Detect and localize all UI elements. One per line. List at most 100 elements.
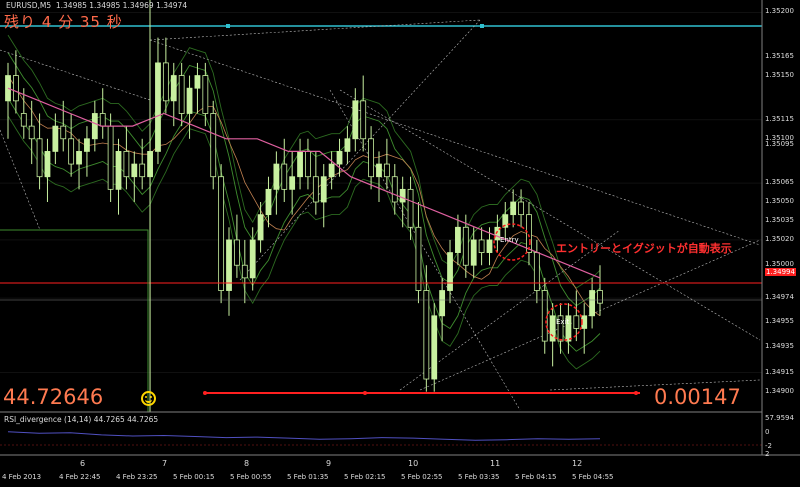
candle-body[interactable]: [265, 188, 272, 216]
cyan-handle-right[interactable]: [480, 24, 484, 28]
candle-body[interactable]: [52, 125, 59, 152]
candle-body[interactable]: [518, 201, 524, 216]
candlesticks[interactable]: [5, 37, 603, 392]
candle-body[interactable]: [336, 151, 343, 165]
candle-body[interactable]: [36, 138, 43, 178]
entry-label: Entry: [500, 236, 519, 244]
day-label: 12: [572, 459, 583, 468]
candle-body[interactable]: [407, 188, 414, 228]
time-label: 5 Feb 02:55: [401, 473, 443, 481]
time-label: 4 Feb 22:45: [59, 473, 101, 481]
price-label: 1.35115: [765, 114, 794, 123]
time-label: 4 Feb 2013: [2, 473, 42, 481]
candle-body[interactable]: [234, 239, 240, 266]
candle-body[interactable]: [202, 75, 209, 114]
candle-body[interactable]: [44, 151, 51, 178]
price-label: 1.34955: [765, 317, 794, 326]
rsi-axis-label: -2: [765, 442, 772, 450]
candle-body[interactable]: [589, 290, 596, 317]
candle-body[interactable]: [368, 138, 374, 178]
candle-body[interactable]: [391, 176, 398, 203]
candle-body[interactable]: [360, 100, 367, 140]
day-label: 10: [408, 459, 419, 468]
candle-body[interactable]: [218, 176, 225, 291]
candle-body[interactable]: [573, 315, 580, 329]
candle-body[interactable]: [510, 201, 517, 216]
candle-body[interactable]: [305, 151, 311, 178]
candle-body[interactable]: [186, 87, 193, 114]
trendline: [0, 129, 41, 231]
price-label: 1.34900: [765, 386, 794, 395]
price-label: 1.35095: [765, 140, 794, 149]
time-label: 5 Feb 02:15: [344, 473, 386, 481]
candle-body[interactable]: [486, 239, 493, 253]
candle-body[interactable]: [12, 75, 19, 102]
candle-body[interactable]: [241, 264, 248, 279]
time-label: 5 Feb 01:35: [287, 473, 329, 481]
candle-body[interactable]: [344, 138, 351, 152]
candle-body[interactable]: [131, 163, 138, 178]
candle-body[interactable]: [383, 163, 390, 178]
candle-body[interactable]: [376, 163, 382, 178]
candle-body[interactable]: [470, 239, 477, 266]
right-value-display: 0.00147: [654, 385, 741, 409]
candle-body[interactable]: [533, 252, 540, 291]
candle-body[interactable]: [455, 226, 461, 253]
candle-body[interactable]: [431, 315, 438, 380]
range-dot-left: [203, 391, 207, 395]
candle-body[interactable]: [107, 125, 114, 190]
candle-body[interactable]: [297, 151, 303, 178]
candle-body[interactable]: [423, 290, 430, 380]
candle-body[interactable]: [439, 290, 446, 317]
rsi-axis-label: 57.9594: [765, 414, 794, 422]
candle-body[interactable]: [257, 214, 264, 241]
candle-body[interactable]: [99, 113, 106, 127]
candle-body[interactable]: [312, 176, 319, 203]
candle-body[interactable]: [139, 163, 146, 178]
candle-body[interactable]: [210, 113, 217, 178]
candle-body[interactable]: [155, 62, 161, 152]
candle-body[interactable]: [415, 226, 422, 291]
rsi-indicator-label: RSI_divergence (14,14) 44.7265 44.7265: [4, 415, 159, 424]
candle-body[interactable]: [328, 163, 335, 178]
candle-body[interactable]: [478, 239, 485, 253]
candle-body[interactable]: [178, 75, 185, 114]
candle-body[interactable]: [597, 290, 603, 304]
candle-body[interactable]: [28, 125, 35, 140]
cyan-handle-left[interactable]: [226, 24, 230, 28]
candle-body[interactable]: [91, 113, 98, 140]
candle-body[interactable]: [162, 62, 169, 102]
rsi-line: [7, 431, 601, 441]
price-label: 1.34974: [765, 293, 794, 302]
candle-body[interactable]: [399, 188, 406, 203]
candle-body[interactable]: [281, 163, 288, 190]
time-label: 5 Feb 00:15: [173, 473, 215, 481]
candle-body[interactable]: [84, 138, 90, 152]
candle-body[interactable]: [447, 252, 453, 291]
candle-body[interactable]: [170, 75, 177, 102]
candle-body[interactable]: [352, 100, 359, 140]
candle-body[interactable]: [20, 113, 27, 127]
candle-body[interactable]: [5, 75, 11, 102]
candle-body[interactable]: [76, 151, 82, 165]
candle-body[interactable]: [115, 151, 122, 190]
candle-body[interactable]: [289, 176, 296, 190]
candle-body[interactable]: [123, 151, 130, 178]
price-label: 1.34994: [765, 267, 796, 276]
price-label: 1.35165: [765, 51, 794, 60]
candle-body[interactable]: [273, 163, 280, 190]
candle-body[interactable]: [249, 239, 256, 279]
exit-label: Exit: [556, 318, 570, 326]
candle-body[interactable]: [60, 125, 67, 140]
candle-body[interactable]: [68, 138, 75, 165]
price-label: 1.35035: [765, 215, 794, 224]
candle-body[interactable]: [462, 226, 469, 266]
candle-body[interactable]: [320, 176, 327, 203]
candle-body[interactable]: [194, 75, 201, 89]
candle-body[interactable]: [549, 315, 556, 342]
trendline: [149, 19, 481, 41]
symbol-name: EURUSD,M5: [6, 1, 52, 10]
price-label: 1.34935: [765, 342, 794, 351]
symbol-header: EURUSD,M5 1.34985 1.34985 1.34969 1.3497…: [6, 1, 187, 10]
day-label: 11: [490, 459, 501, 468]
